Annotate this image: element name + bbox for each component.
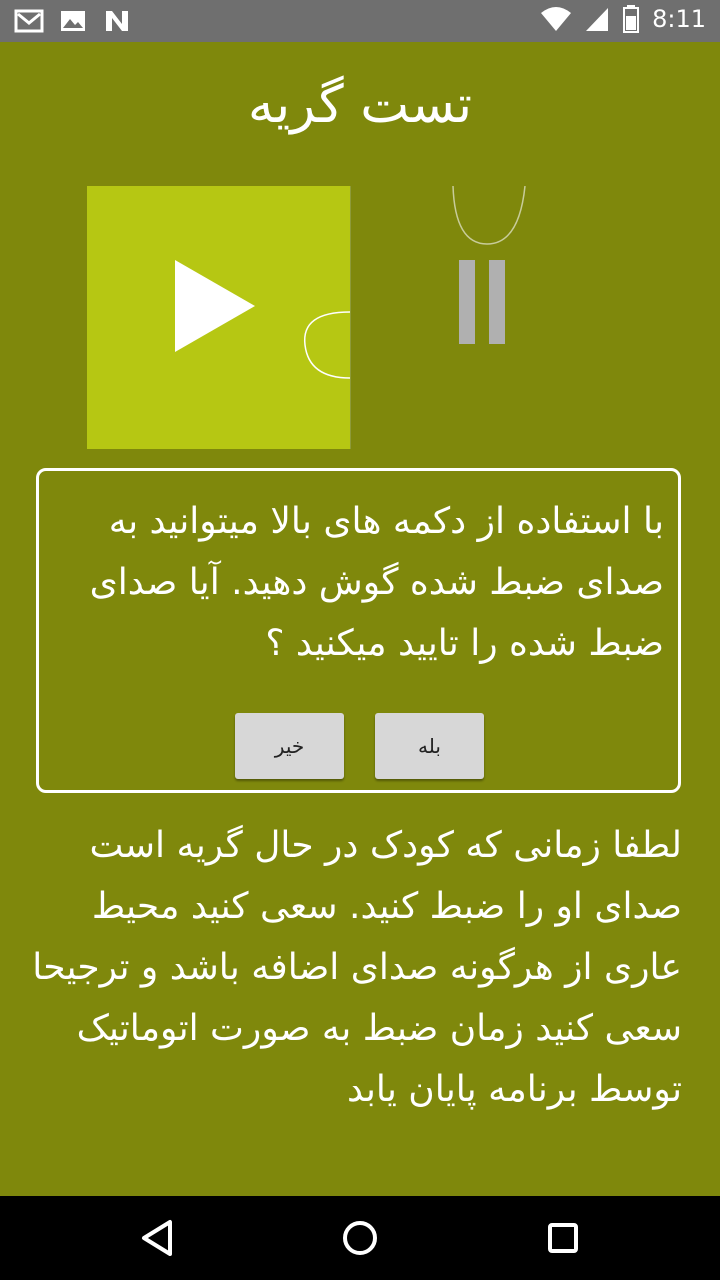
yes-button[interactable]: بله <box>375 713 484 779</box>
home-icon[interactable] <box>334 1212 386 1264</box>
status-bar: 8:11 <box>0 0 720 42</box>
wifi-icon <box>541 7 572 31</box>
battery-icon <box>623 5 640 33</box>
app-n-icon <box>106 11 128 31</box>
back-icon[interactable] <box>132 1212 184 1264</box>
dialog-message: با استفاده از دکمه های بالا میتوانید به … <box>89 501 664 664</box>
no-button[interactable]: خیر <box>235 713 344 779</box>
page-title: تست گریه <box>247 75 473 135</box>
navigation-bar <box>0 1196 720 1280</box>
confirm-dialog: با استفاده از دکمه های بالا میتوانید به … <box>36 468 681 793</box>
instructions-text: لطفا زمانی که کودک در حال گریه است صدای … <box>32 825 682 1110</box>
media-controls <box>87 186 614 449</box>
clock: 8:11 <box>652 5 706 33</box>
play-button[interactable] <box>87 186 350 449</box>
signal-icon <box>586 8 609 31</box>
recent-apps-icon[interactable] <box>537 1212 589 1264</box>
pause-icon <box>452 186 526 344</box>
gmail-icon <box>14 9 44 33</box>
image-icon <box>61 11 85 31</box>
play-icon <box>175 260 350 379</box>
pause-button[interactable] <box>350 186 614 449</box>
